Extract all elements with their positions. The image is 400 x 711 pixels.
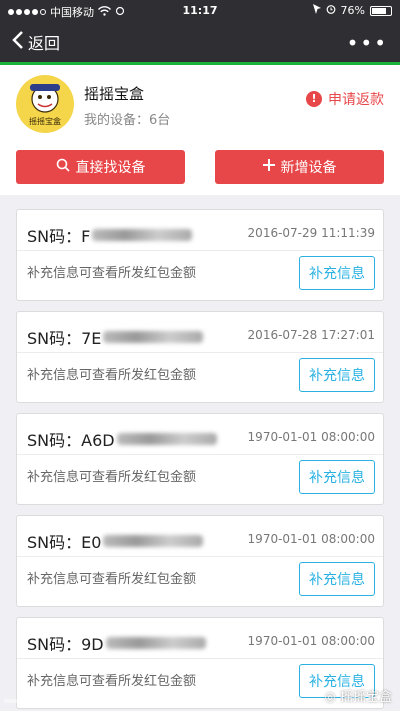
- sn-code: SN码：7E: [27, 325, 204, 349]
- supplement-info-button[interactable]: 补充信息: [299, 562, 375, 596]
- refund-link[interactable]: ! 申请返款: [306, 89, 384, 109]
- supplement-info-button[interactable]: 补充信息: [299, 256, 375, 290]
- sn-code: SN码：A6D: [27, 427, 217, 451]
- device-card: SN码：E0 1970-01-01 08:00:00 补充信息可查看所发红包金额…: [16, 515, 384, 607]
- device-card: SN码：F 2016-07-29 11:11:39 补充信息可查看所发红包金额 …: [16, 209, 384, 301]
- device-date: 2016-07-29 11:11:39: [247, 226, 375, 240]
- back-button[interactable]: 返回: [12, 30, 60, 54]
- divider: [17, 556, 383, 557]
- ellipsis-icon: •••: [346, 31, 388, 55]
- watermark: ◎ 摇摇宝盒: [325, 686, 393, 705]
- redacted-sn: [103, 535, 204, 547]
- find-device-label: 直接找设备: [75, 160, 146, 176]
- device-count: 我的设备：6台: [84, 113, 171, 128]
- status-right: 76%: [312, 4, 392, 17]
- nav-bar: 返回 •••: [0, 22, 400, 62]
- device-hint: 补充信息可查看所发红包金额: [27, 470, 197, 485]
- add-device-button[interactable]: 新增设备: [215, 150, 384, 184]
- device-date: 1970-01-01 08:00:00: [247, 634, 375, 648]
- sn-code: SN码：E0: [27, 529, 204, 553]
- device-card: SN码：A6D 1970-01-01 08:00:00 补充信息可查看所发红包金…: [16, 413, 384, 505]
- sn-label: SN码：E0: [27, 533, 102, 552]
- redacted-sn: [105, 637, 206, 649]
- sn-label: SN码：F: [27, 227, 91, 246]
- more-button[interactable]: •••: [347, 31, 388, 55]
- logo-text: 摇摇宝盒: [29, 117, 61, 126]
- refund-label: 申请返款: [328, 92, 384, 108]
- redacted-sn: [116, 433, 217, 445]
- shop-name: 摇摇宝盒: [84, 85, 145, 103]
- device-date: 2016-07-28 17:27:01: [247, 328, 375, 342]
- divider: [17, 658, 383, 659]
- device-hint: 补充信息可查看所发红包金额: [27, 266, 197, 281]
- add-device-label: 新增设备: [280, 160, 337, 176]
- device-hint: 补充信息可查看所发红包金额: [27, 674, 197, 689]
- device-date: 1970-01-01 08:00:00: [247, 532, 375, 546]
- shop-header: 摇摇宝盒 摇摇宝盒 我的设备：6台 ! 申请返款 直接找设备 新增设备: [0, 65, 400, 195]
- watermark-left: [4, 697, 44, 707]
- sn-label: SN码：9D: [27, 635, 104, 654]
- alarm-icon: [326, 4, 336, 17]
- sn-code: SN码：9D: [27, 631, 206, 655]
- alert-icon: !: [306, 91, 322, 107]
- device-hint: 补充信息可查看所发红包金额: [27, 572, 197, 587]
- device-card: SN码：7E 2016-07-28 17:27:01 补充信息可查看所发红包金额…: [16, 311, 384, 403]
- redacted-sn: [103, 331, 204, 343]
- redacted-sn: [92, 229, 193, 241]
- battery-icon: [370, 5, 392, 16]
- location-icon: [312, 4, 321, 17]
- plus-icon: [262, 159, 275, 175]
- shop-logo: 摇摇宝盒: [16, 75, 74, 133]
- supplement-info-button[interactable]: 补充信息: [299, 358, 375, 392]
- supplement-info-button[interactable]: 补充信息: [299, 460, 375, 494]
- wechat-icon: ◎: [324, 690, 340, 705]
- divider: [17, 454, 383, 455]
- find-device-button[interactable]: 直接找设备: [16, 150, 185, 184]
- device-hint: 补充信息可查看所发红包金额: [27, 368, 197, 383]
- battery-percent: 76%: [340, 4, 365, 17]
- device-date: 1970-01-01 08:00:00: [247, 430, 375, 444]
- chevron-left-icon: [12, 30, 24, 54]
- divider: [17, 352, 383, 353]
- sn-label: SN码：A6D: [27, 431, 115, 450]
- status-bar: 中国移动 11:17 76%: [0, 0, 400, 22]
- sn-code: SN码：F: [27, 223, 193, 247]
- watermark-text: 摇摇宝盒: [339, 690, 392, 705]
- sn-label: SN码：7E: [27, 329, 102, 348]
- search-icon: [56, 158, 70, 176]
- divider: [17, 250, 383, 251]
- back-label: 返回: [28, 34, 61, 53]
